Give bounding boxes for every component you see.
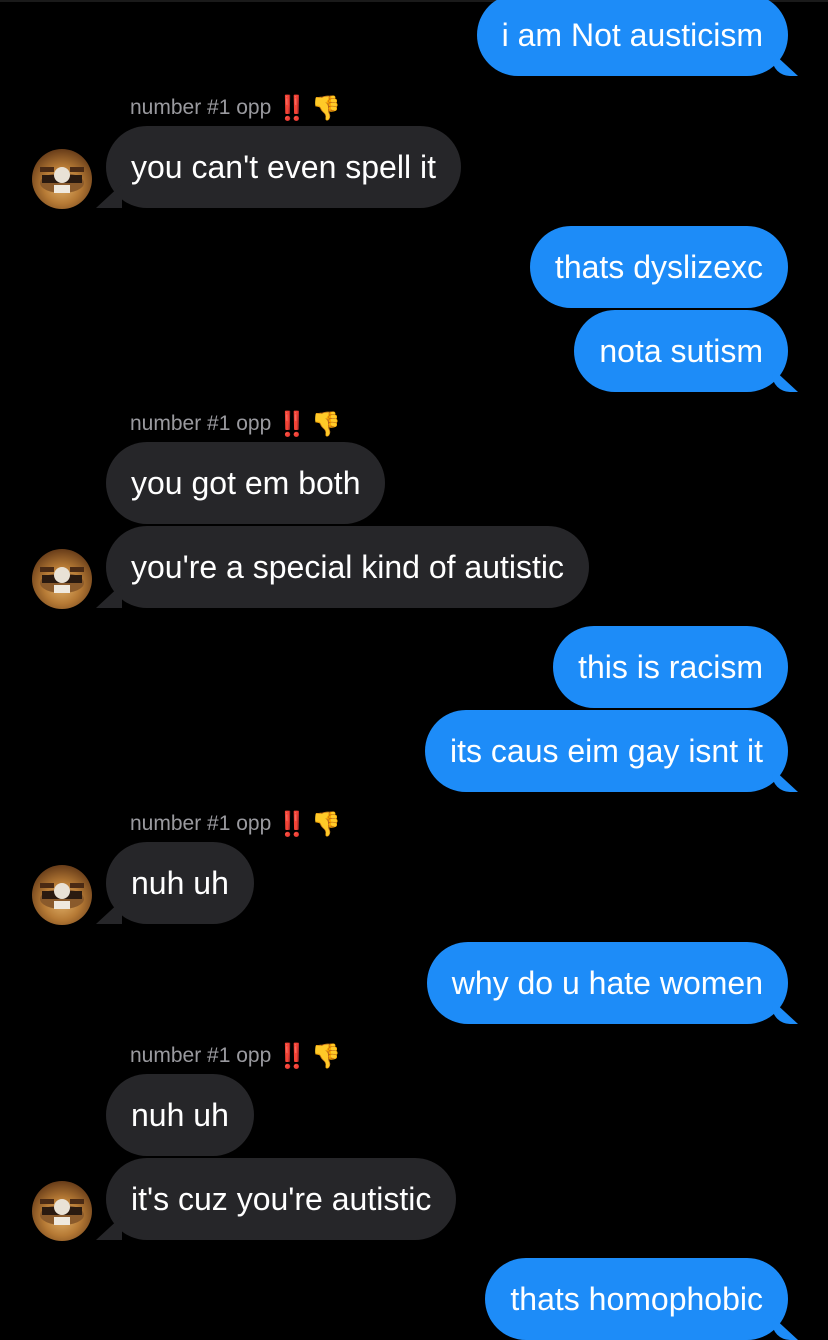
- avatar-photo-icon: [40, 883, 84, 909]
- sender-name: number #1 opp: [130, 1044, 272, 1067]
- double-exclamation-icon: ‼️: [277, 1042, 307, 1070]
- sent-message-bubble[interactable]: i am Not austicism: [476, 0, 788, 76]
- double-exclamation-icon: ‼️: [277, 810, 307, 838]
- avatar-photo-icon: [40, 1199, 84, 1225]
- sent-message-bubble[interactable]: nota sutism: [574, 310, 788, 392]
- sent-message-bubble[interactable]: its caus eim gay isnt it: [425, 710, 788, 792]
- sender-name: number #1 opp: [130, 96, 272, 119]
- avatar-photo-icon: [40, 167, 84, 193]
- contact-avatar[interactable]: [32, 1181, 92, 1241]
- sender-name-label: number #1 opp ‼️ 👎: [130, 93, 341, 123]
- sender-name-label: number #1 opp ‼️ 👎: [130, 409, 341, 439]
- sent-message-bubble[interactable]: thats homophobic: [485, 1258, 788, 1340]
- thumbs-down-icon: 👎: [311, 810, 342, 838]
- sender-name: number #1 opp: [130, 412, 272, 435]
- sent-message-bubble[interactable]: this is racism: [553, 626, 788, 708]
- sent-message-bubble[interactable]: why do u hate women: [426, 942, 788, 1024]
- received-message-bubble[interactable]: you got em both: [106, 442, 386, 524]
- received-message-bubble[interactable]: nuh uh: [106, 842, 254, 924]
- sender-name: number #1 opp: [130, 812, 272, 835]
- contact-avatar[interactable]: [32, 865, 92, 925]
- sender-name-label: number #1 opp ‼️ 👎: [130, 1041, 341, 1071]
- double-exclamation-icon: ‼️: [277, 94, 307, 122]
- sent-message-bubble[interactable]: thats dyslizexc: [529, 226, 788, 308]
- received-message-bubble[interactable]: you're a special kind of autistic: [106, 526, 589, 608]
- contact-avatar[interactable]: [32, 149, 92, 209]
- received-message-bubble[interactable]: you can't even spell it: [106, 126, 461, 208]
- received-message-bubble[interactable]: it's cuz you're autistic: [106, 1158, 457, 1240]
- contact-avatar[interactable]: [32, 549, 92, 609]
- thumbs-down-icon: 👎: [311, 94, 342, 122]
- received-message-bubble[interactable]: nuh uh: [106, 1074, 254, 1156]
- sender-name-label: number #1 opp ‼️ 👎: [130, 809, 341, 839]
- double-exclamation-icon: ‼️: [277, 410, 307, 438]
- avatar-photo-icon: [40, 567, 84, 593]
- thumbs-down-icon: 👎: [311, 410, 342, 438]
- thumbs-down-icon: 👎: [311, 1042, 342, 1070]
